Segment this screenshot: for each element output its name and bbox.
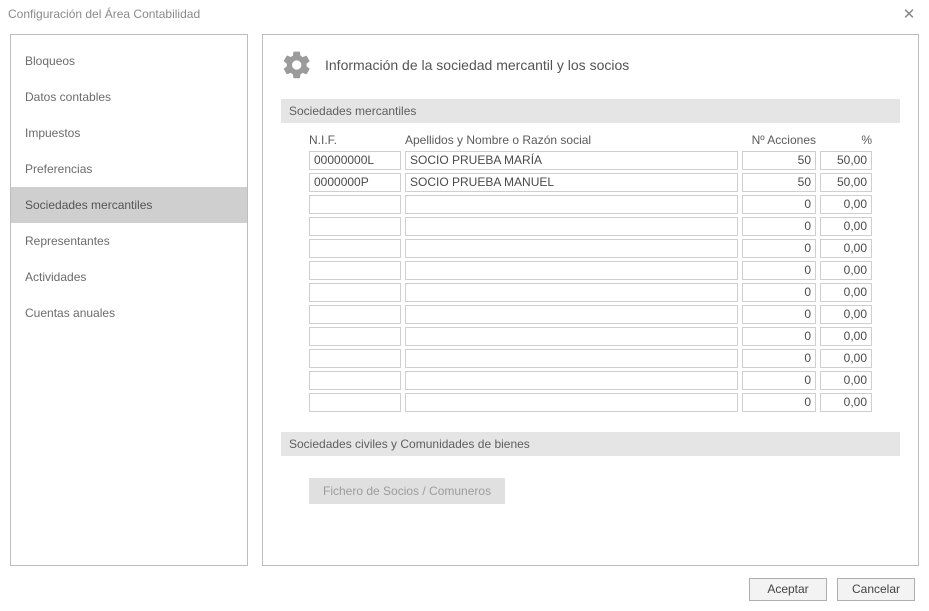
- table-row: 00,00: [309, 393, 872, 412]
- cell-percent[interactable]: 0,00: [820, 371, 872, 390]
- section-sociedades-mercantiles: Sociedades mercantiles: [281, 99, 900, 123]
- cell-percent[interactable]: 0,00: [820, 195, 872, 214]
- cell-nif[interactable]: [309, 261, 401, 280]
- sidebar-item[interactable]: Representantes: [11, 223, 247, 259]
- fichero-socios-button[interactable]: Fichero de Socios / Comuneros: [309, 478, 505, 504]
- sidebar-item[interactable]: Impuestos: [11, 115, 247, 151]
- table-row: 00,00: [309, 349, 872, 368]
- cell-percent[interactable]: 50,00: [820, 173, 872, 192]
- cell-acciones[interactable]: 0: [742, 393, 816, 412]
- table-row: 00000000LSOCIO PRUEBA MARÍA5050,00: [309, 151, 872, 170]
- table-row: 00,00: [309, 371, 872, 390]
- accept-button[interactable]: Aceptar: [749, 578, 827, 601]
- sidebar-item[interactable]: Sociedades mercantiles: [11, 187, 247, 223]
- cell-nif[interactable]: [309, 393, 401, 412]
- col-header-percent: %: [820, 133, 872, 147]
- cell-name[interactable]: [405, 349, 738, 368]
- sidebar-item-label: Preferencias: [25, 162, 92, 176]
- sidebar-item-label: Actividades: [25, 270, 86, 284]
- sidebar-item-label: Datos contables: [25, 90, 111, 104]
- sidebar-item[interactable]: Bloqueos: [11, 43, 247, 79]
- cell-name[interactable]: [405, 371, 738, 390]
- cell-acciones[interactable]: 50: [742, 151, 816, 170]
- cell-percent[interactable]: 0,00: [820, 283, 872, 302]
- cell-name[interactable]: [405, 305, 738, 324]
- col-header-name: Apellidos y Nombre o Razón social: [405, 133, 738, 147]
- cell-acciones[interactable]: 0: [742, 195, 816, 214]
- gear-icon: [281, 49, 313, 81]
- cell-nif[interactable]: [309, 217, 401, 236]
- cell-acciones[interactable]: 0: [742, 217, 816, 236]
- content-area: Bloqueos Datos contables Impuestos Preferen…: [0, 28, 929, 574]
- cell-name[interactable]: SOCIO PRUEBA MARÍA: [405, 151, 738, 170]
- cell-nif[interactable]: 00000000L: [309, 151, 401, 170]
- title-bar: Configuración del Área Contabilidad ✕: [0, 0, 929, 28]
- cell-name[interactable]: [405, 195, 738, 214]
- sidebar-item-label: Bloqueos: [25, 54, 75, 68]
- main-panel: Información de la sociedad mercantil y l…: [262, 34, 919, 566]
- table-row: 0000000PSOCIO PRUEBA MANUEL5050,00: [309, 173, 872, 192]
- panel-heading: Información de la sociedad mercantil y l…: [281, 49, 900, 81]
- cell-nif[interactable]: [309, 371, 401, 390]
- cell-name[interactable]: SOCIO PRUEBA MANUEL: [405, 173, 738, 192]
- table-header: N.I.F. Apellidos y Nombre o Razón social…: [309, 133, 872, 151]
- cell-percent[interactable]: 0,00: [820, 349, 872, 368]
- table-row: 00,00: [309, 217, 872, 236]
- cell-percent[interactable]: 0,00: [820, 239, 872, 258]
- table-row: 00,00: [309, 239, 872, 258]
- sidebar-item-label: Cuentas anuales: [25, 306, 115, 320]
- sidebar-item-label: Impuestos: [25, 126, 80, 140]
- cell-name[interactable]: [405, 239, 738, 258]
- cell-percent[interactable]: 0,00: [820, 327, 872, 346]
- window-title: Configuración del Área Contabilidad: [8, 7, 897, 21]
- sidebar-item[interactable]: Preferencias: [11, 151, 247, 187]
- cell-percent[interactable]: 50,00: [820, 151, 872, 170]
- cell-nif[interactable]: [309, 283, 401, 302]
- sidebar-item[interactable]: Actividades: [11, 259, 247, 295]
- sidebar: Bloqueos Datos contables Impuestos Preferen…: [10, 34, 248, 566]
- close-icon[interactable]: ✕: [897, 7, 921, 22]
- cell-acciones[interactable]: 0: [742, 305, 816, 324]
- cell-percent[interactable]: 0,00: [820, 217, 872, 236]
- col-header-nif: N.I.F.: [309, 133, 401, 147]
- cell-acciones[interactable]: 0: [742, 239, 816, 258]
- cell-nif[interactable]: 0000000P: [309, 173, 401, 192]
- cell-percent[interactable]: 0,00: [820, 261, 872, 280]
- cell-percent[interactable]: 0,00: [820, 393, 872, 412]
- cell-acciones[interactable]: 0: [742, 283, 816, 302]
- table-row: 00,00: [309, 261, 872, 280]
- cell-acciones[interactable]: 0: [742, 327, 816, 346]
- cell-name[interactable]: [405, 217, 738, 236]
- sidebar-item-label: Sociedades mercantiles: [25, 198, 152, 212]
- cell-acciones[interactable]: 50: [742, 173, 816, 192]
- cell-nif[interactable]: [309, 239, 401, 258]
- cell-acciones[interactable]: 0: [742, 261, 816, 280]
- cell-nif[interactable]: [309, 305, 401, 324]
- cell-name[interactable]: [405, 261, 738, 280]
- panel-heading-text: Información de la sociedad mercantil y l…: [325, 57, 629, 73]
- sidebar-item-label: Representantes: [25, 234, 110, 248]
- section-sociedades-civiles: Sociedades civiles y Comunidades de bien…: [281, 432, 900, 456]
- cell-nif[interactable]: [309, 195, 401, 214]
- col-header-acciones: Nº Acciones: [742, 133, 816, 147]
- cell-nif[interactable]: [309, 349, 401, 368]
- table-row: 00,00: [309, 283, 872, 302]
- cell-name[interactable]: [405, 327, 738, 346]
- dialog-footer: Aceptar Cancelar: [0, 574, 929, 601]
- cell-acciones[interactable]: 0: [742, 371, 816, 390]
- cell-name[interactable]: [405, 283, 738, 302]
- table-row: 00,00: [309, 305, 872, 324]
- table-row: 00,00: [309, 195, 872, 214]
- table-row: 00,00: [309, 327, 872, 346]
- cell-acciones[interactable]: 0: [742, 349, 816, 368]
- cell-name[interactable]: [405, 393, 738, 412]
- sidebar-item[interactable]: Datos contables: [11, 79, 247, 115]
- partners-table: N.I.F. Apellidos y Nombre o Razón social…: [281, 133, 900, 412]
- cell-nif[interactable]: [309, 327, 401, 346]
- sidebar-item[interactable]: Cuentas anuales: [11, 295, 247, 331]
- cancel-button[interactable]: Cancelar: [837, 578, 915, 601]
- cell-percent[interactable]: 0,00: [820, 305, 872, 324]
